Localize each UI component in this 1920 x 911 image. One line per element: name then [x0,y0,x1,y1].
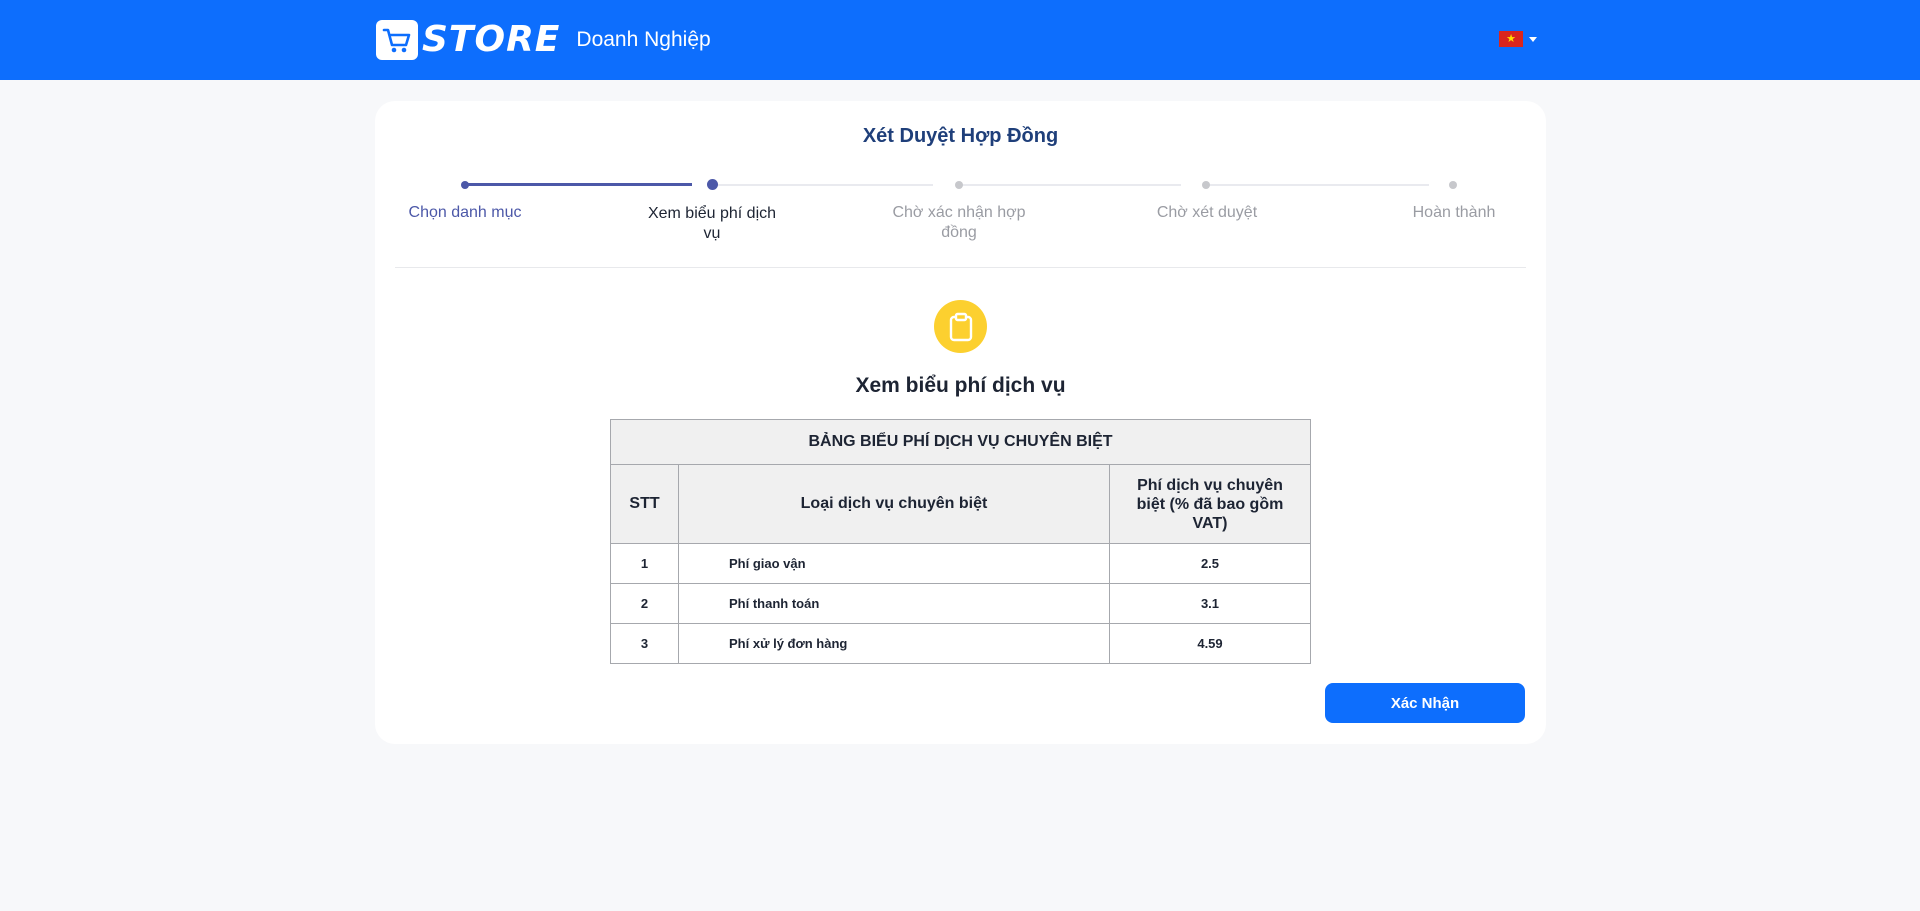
row-fee: 4.59 [1109,623,1311,664]
step-label-3: Chờ xác nhận hợp đồng [892,204,1026,241]
step-label-5: Hoàn thành [1412,204,1496,221]
vietnam-flag-icon: ★ [1499,31,1523,47]
row-fee: 3.1 [1109,583,1311,624]
brand-subtitle: Doanh Nghiệp [576,28,711,51]
step-label-2: Xem biểu phí dịch vụ [647,205,777,242]
table-row: 1 Phí giao vận 2.5 [610,543,1311,584]
logo-text: STORE [422,19,561,60]
store-logo[interactable]: STORE Doanh Nghiệp [376,20,711,60]
top-navbar: STORE Doanh Nghiệp ★ [0,0,1920,80]
step-dot-3 [955,181,963,189]
column-header-stt: STT [610,464,679,544]
page-title: Xét Duyệt Hợp Đồng [862,125,1059,147]
row-stt: 1 [610,543,679,584]
row-service-name: Phí thanh toán [678,583,1110,624]
step-connector-2 [711,184,933,186]
step-dot-1 [461,181,469,189]
step-connector-1 [464,183,692,186]
step-label-4: Chờ xét duyệt [1156,204,1258,221]
caret-down-icon [1529,36,1537,42]
row-service-name: Phí xử lý đơn hàng [678,623,1110,664]
header-divider [395,267,1526,268]
row-stt: 3 [610,623,679,664]
column-header-fee: Phí dịch vụ chuyên biệt (% đã bao gồm VA… [1109,464,1311,544]
step-connector-3 [957,184,1181,186]
contract-review-card: Xét Duyệt Hợp Đồng Chọn danh mục Xem biể… [375,101,1546,744]
section-badge [934,300,987,353]
column-header-service-type: Loại dịch vụ chuyên biệt [678,464,1110,544]
step-label-1: Chọn danh mục [408,204,522,221]
table-row: 3 Phí xử lý đơn hàng 4.59 [610,623,1311,664]
cart-logo-icon [376,20,418,60]
row-service-name: Phí giao vận [678,543,1110,584]
language-selector[interactable]: ★ [1499,31,1537,47]
step-connector-4 [1205,184,1429,186]
confirm-button[interactable]: Xác Nhận [1325,683,1525,723]
section-title: Xem biểu phí dịch vụ [855,374,1066,397]
progress-stepper: Chọn danh mục Xem biểu phí dịch vụ Chờ x… [375,176,1546,256]
row-fee: 2.5 [1109,543,1311,584]
table-caption: BẢNG BIỂU PHÍ DỊCH VỤ CHUYÊN BIỆT [610,419,1311,465]
step-dot-5 [1449,181,1457,189]
step-dot-4 [1202,181,1210,189]
step-dot-2 [707,179,718,190]
clipboard-icon [949,312,972,341]
table-row: 2 Phí thanh toán 3.1 [610,583,1311,624]
row-stt: 2 [610,583,679,624]
service-fee-table: BẢNG BIỂU PHÍ DỊCH VỤ CHUYÊN BIỆT STT Lo… [610,419,1311,664]
